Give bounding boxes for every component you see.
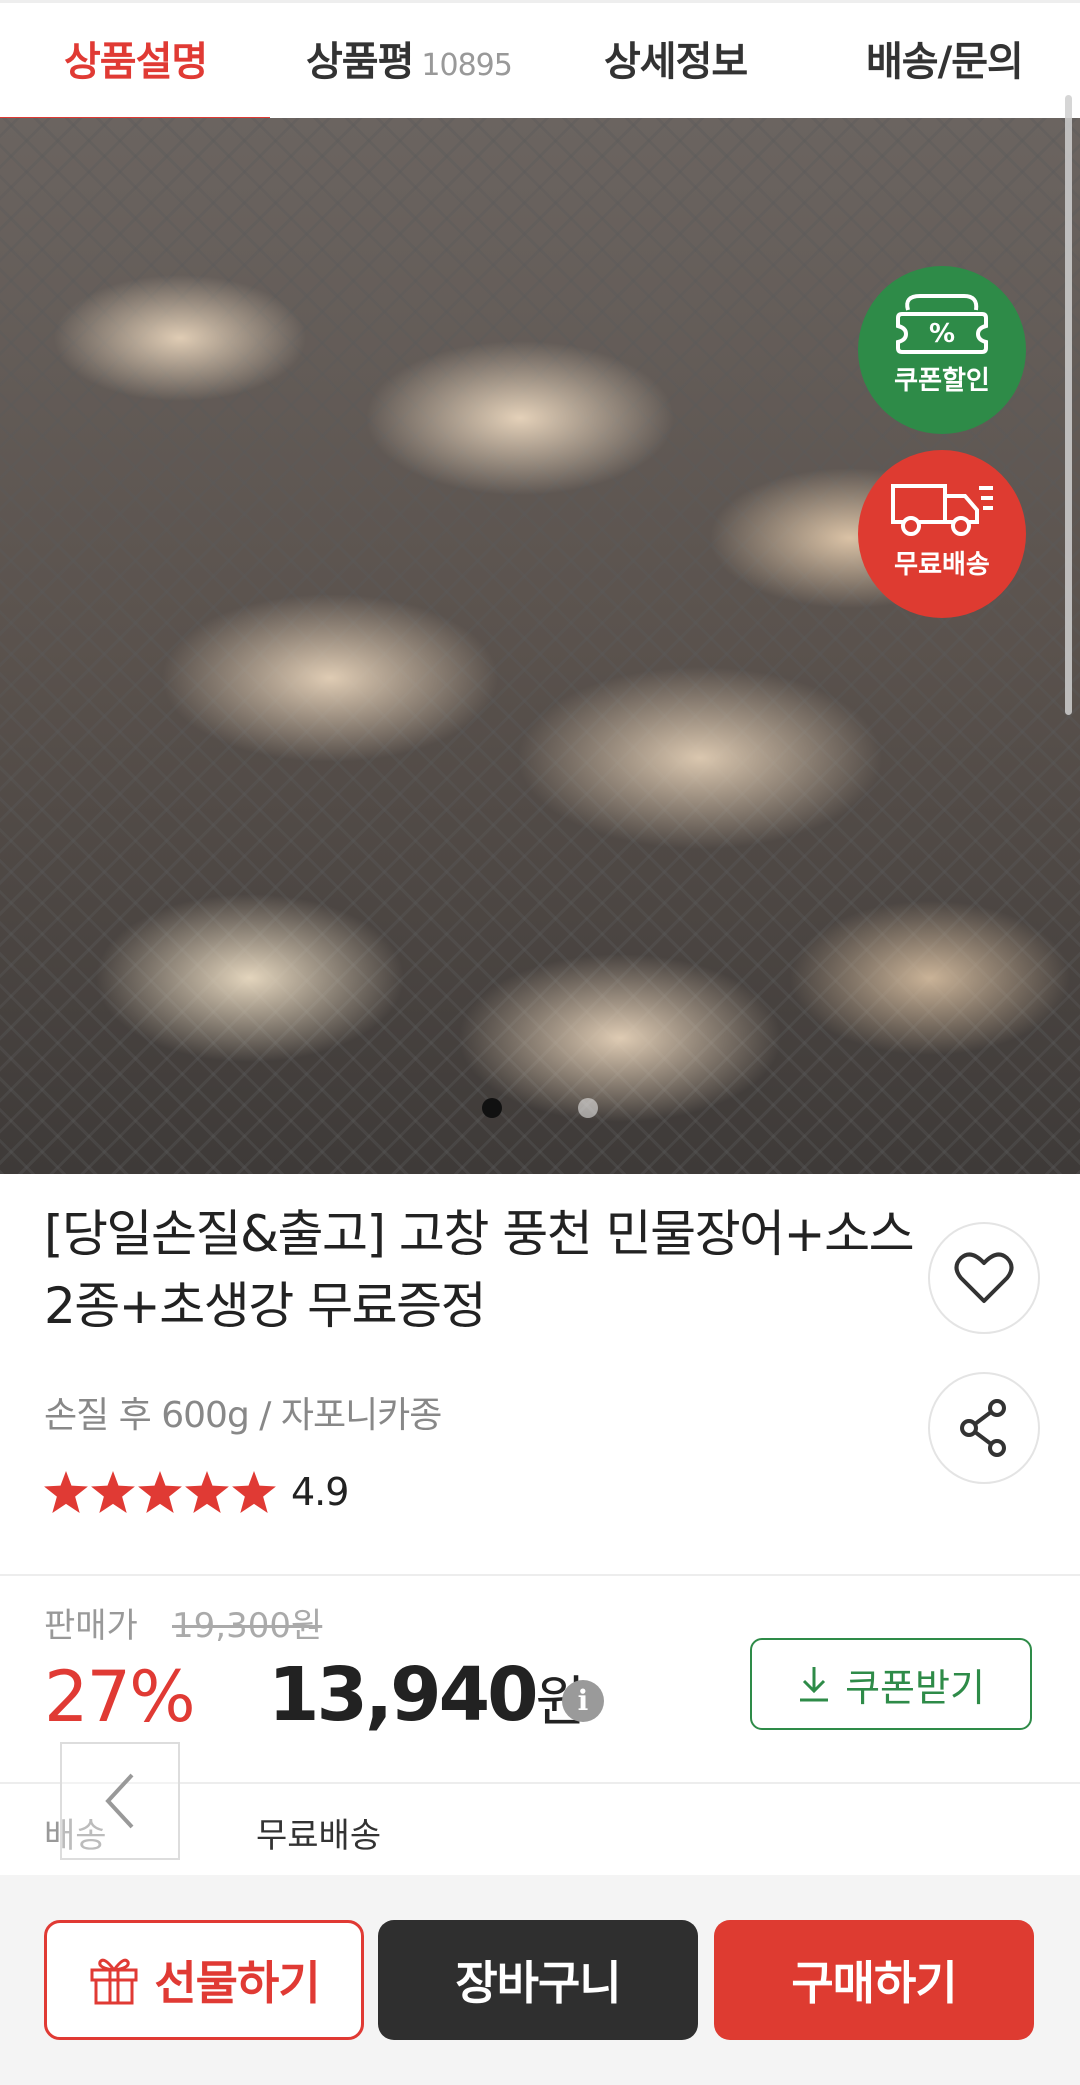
sale-price: 13,940원 — [268, 1652, 585, 1738]
buy-button-label: 구매하기 — [791, 1956, 957, 2010]
carousel-indicator — [0, 1098, 1080, 1122]
tab-details-label: 상세정보 — [604, 39, 748, 85]
tab-shipping-label: 배송/문의 — [866, 39, 1024, 85]
wishlist-button[interactable] — [928, 1222, 1040, 1334]
buy-button[interactable]: 구매하기 — [714, 1920, 1034, 2040]
star-icon — [44, 1471, 88, 1513]
price-label: 판매가 — [44, 1606, 138, 1646]
coupon-discount-badge-label: 쿠폰할인 — [894, 366, 990, 396]
share-icon — [960, 1399, 1006, 1457]
gift-icon — [90, 1958, 138, 2005]
truck-icon — [891, 484, 993, 536]
heart-icon — [954, 1252, 1014, 1303]
review-count: 10895 — [421, 48, 512, 83]
discount-rate: 27% — [44, 1656, 196, 1738]
purchase-action-bar: 선물하기 장바구니 구매하기 — [0, 1875, 1080, 2085]
carousel-dot-active[interactable] — [482, 1098, 502, 1118]
gift-button-label: 선물하기 — [154, 1956, 320, 2010]
sale-price-amount: 13,940 — [268, 1652, 539, 1738]
get-coupon-label: 쿠폰받기 — [845, 1665, 985, 1710]
original-price: 19,300원 — [172, 1606, 323, 1646]
free-shipping-badge-label: 무료배송 — [894, 550, 990, 580]
cart-button[interactable]: 장바구니 — [378, 1920, 698, 2040]
tab-shipping[interactable]: 배송/문의 — [866, 29, 1024, 87]
tab-description-label: 상품설명 — [64, 39, 208, 85]
star-icon — [138, 1471, 182, 1513]
cart-button-label: 장바구니 — [455, 1956, 621, 2010]
tab-bar: 상품설명 상품평 10895 상세정보 배송/문의 — [0, 0, 1080, 124]
chevron-left-icon — [105, 1773, 134, 1829]
product-subtitle: 손질 후 600g / 자포니카종 — [44, 1395, 442, 1436]
back-button[interactable] — [60, 1742, 180, 1860]
tab-details[interactable]: 상세정보 — [604, 29, 748, 87]
coupon-discount-badge: % 쿠폰할인 — [858, 266, 1026, 434]
rating-stars: 4.9 — [44, 1470, 349, 1514]
star-icon — [185, 1471, 229, 1513]
tab-reviews[interactable]: 상품평 10895 — [306, 29, 513, 87]
tab-description[interactable]: 상품설명 — [64, 29, 208, 87]
download-icon — [800, 1667, 829, 1702]
price-info-icon[interactable]: i — [562, 1680, 604, 1722]
free-shipping-badge: 무료배송 — [858, 450, 1026, 618]
rating-value: 4.9 — [291, 1470, 349, 1514]
get-coupon-button[interactable]: 쿠폰받기 — [750, 1638, 1032, 1730]
star-icon — [91, 1471, 135, 1513]
coupon-icon: % — [896, 294, 988, 354]
carousel-dot[interactable] — [578, 1098, 598, 1118]
divider — [0, 1574, 1080, 1576]
scrollbar[interactable] — [1065, 95, 1072, 715]
product-title: [당일손질&출고] 고창 풍천 민물장어+소스2종+초생강 무료증정 — [44, 1205, 915, 1335]
tab-reviews-label: 상품평 — [306, 39, 414, 85]
coupon-percent: % — [929, 319, 955, 349]
share-button[interactable] — [928, 1372, 1040, 1484]
shipping-value: 무료배송 — [256, 1816, 382, 1856]
product-image-carousel[interactable]: % 쿠폰할인 무료배송 — [0, 118, 1080, 1174]
gift-button[interactable]: 선물하기 — [44, 1920, 364, 2040]
star-icon — [232, 1471, 276, 1513]
